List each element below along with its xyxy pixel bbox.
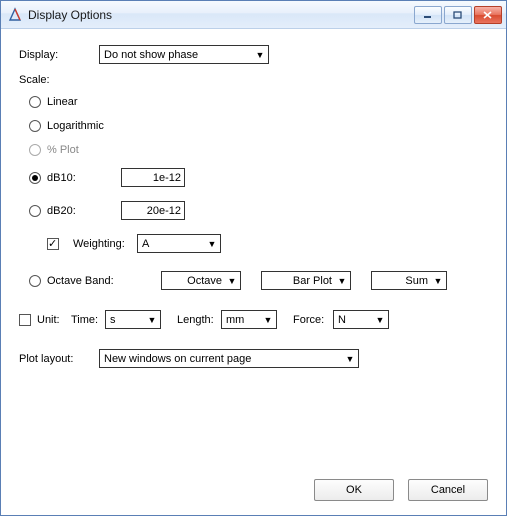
scale-log-radio[interactable] — [29, 120, 41, 132]
scale-label: Scale: — [19, 74, 50, 86]
dialog-content: Display: Do not show phase ▼ Scale: Line… — [1, 29, 506, 515]
unit-force-select[interactable]: N ▼ — [333, 310, 389, 329]
maximize-button[interactable] — [444, 6, 472, 24]
weighting-label: Weighting: — [73, 238, 137, 250]
chevron-down-icon: ▼ — [224, 272, 240, 289]
chevron-down-icon: ▼ — [260, 311, 276, 328]
scale-octave-radio[interactable] — [29, 275, 41, 287]
scale-linear-radio[interactable] — [29, 96, 41, 108]
chevron-down-icon: ▼ — [430, 272, 446, 289]
scale-db20-label: dB20: — [47, 205, 107, 217]
scale-db20-radio[interactable] — [29, 205, 41, 217]
plot-layout-label: Plot layout: — [19, 353, 99, 365]
octave-label: Octave Band: — [47, 275, 141, 287]
weighting-select[interactable]: A ▼ — [137, 234, 221, 253]
unit-force-label: Force: — [293, 314, 333, 326]
chevron-down-icon: ▼ — [372, 311, 388, 328]
close-button[interactable] — [474, 6, 502, 24]
db20-input[interactable]: 20e-12 — [121, 201, 185, 220]
unit-label: Unit: — [37, 314, 71, 326]
chevron-down-icon: ▼ — [334, 272, 350, 289]
octave-sum-select[interactable]: Sum ▼ — [371, 271, 447, 290]
weighting-checkbox[interactable] — [47, 238, 59, 250]
scale-db10-label: dB10: — [47, 172, 107, 184]
scale-pct-radio — [29, 144, 41, 156]
octave-plot-select[interactable]: Bar Plot ▼ — [261, 271, 351, 290]
display-select-value: Do not show phase — [100, 46, 268, 64]
unit-time-label: Time: — [71, 314, 105, 326]
display-label: Display: — [19, 49, 99, 61]
cancel-button[interactable]: Cancel — [408, 479, 488, 501]
unit-length-label: Length: — [177, 314, 221, 326]
chevron-down-icon: ▼ — [252, 46, 268, 63]
window-buttons — [414, 6, 502, 24]
app-icon — [7, 7, 23, 23]
plot-layout-value: New windows on current page — [100, 350, 358, 368]
scale-db10-radio[interactable] — [29, 172, 41, 184]
chevron-down-icon: ▼ — [204, 235, 220, 252]
unit-checkbox[interactable] — [19, 314, 31, 326]
titlebar[interactable]: Display Options — [1, 1, 506, 29]
ok-button[interactable]: OK — [314, 479, 394, 501]
plot-layout-select[interactable]: New windows on current page ▼ — [99, 349, 359, 368]
chevron-down-icon: ▼ — [144, 311, 160, 328]
scale-linear-label: Linear — [47, 96, 78, 108]
scale-log-label: Logarithmic — [47, 120, 104, 132]
chevron-down-icon: ▼ — [342, 350, 358, 367]
window-title: Display Options — [28, 8, 414, 22]
dialog-footer: OK Cancel — [314, 479, 488, 501]
display-select[interactable]: Do not show phase ▼ — [99, 45, 269, 64]
octave-select[interactable]: Octave ▼ — [161, 271, 241, 290]
minimize-button[interactable] — [414, 6, 442, 24]
scale-pct-label: % Plot — [47, 144, 79, 156]
db10-input[interactable]: 1e-12 — [121, 168, 185, 187]
unit-time-select[interactable]: s ▼ — [105, 310, 161, 329]
unit-length-select[interactable]: mm ▼ — [221, 310, 277, 329]
dialog-window: Display Options Display: Do not show pha… — [0, 0, 507, 516]
